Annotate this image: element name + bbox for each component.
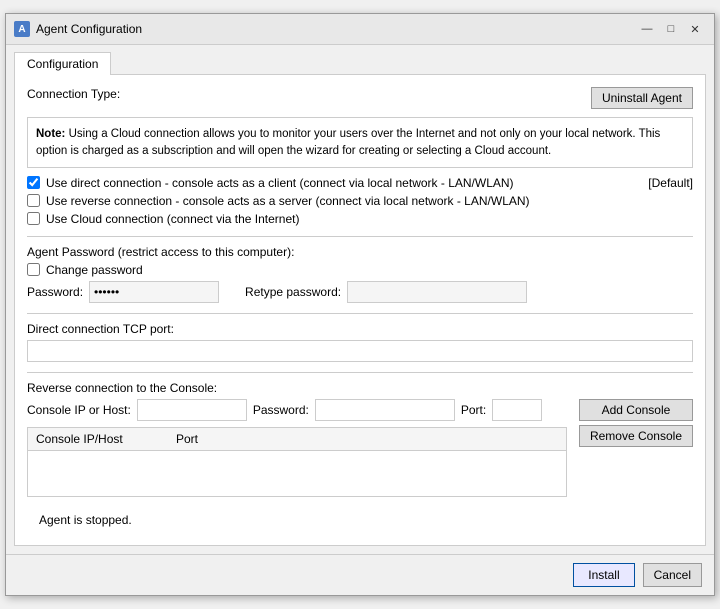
note-box: Note: Using a Cloud connection allows yo…	[27, 117, 693, 167]
connection-option-1-row: Use direct connection - console acts as …	[27, 176, 693, 190]
reverse-connection-label: Reverse connection to the Console:	[27, 381, 693, 395]
console-password-label: Password:	[253, 403, 309, 417]
connection-option-3-row: Use Cloud connection (connect via the In…	[27, 212, 693, 226]
note-title: Note:	[36, 128, 65, 140]
uninstall-agent-button[interactable]: Uninstall Agent	[591, 87, 693, 109]
status-bar: Agent is stopped.	[27, 507, 693, 533]
direct-connection-checkbox[interactable]	[27, 176, 40, 189]
app-icon: A	[14, 21, 30, 37]
direct-connection-label: Use direct connection - console acts as …	[46, 176, 514, 190]
footer-bar: Install Cancel	[6, 554, 714, 595]
reverse-fields-area: Console IP or Host: Password: Port: 444 …	[27, 399, 567, 497]
change-password-label: Change password	[46, 263, 143, 277]
title-bar-left: A Agent Configuration	[14, 21, 142, 37]
agent-password-section: Agent Password (restrict access to this …	[27, 236, 693, 303]
agent-password-label: Agent Password (restrict access to this …	[27, 245, 693, 259]
console-port-input[interactable]: 444	[492, 399, 542, 421]
status-text: Agent is stopped.	[39, 513, 132, 527]
minimize-button[interactable]: —	[636, 20, 658, 38]
tcp-port-label: Direct connection TCP port:	[27, 322, 693, 336]
table-col-ip: Console IP/Host	[32, 430, 172, 448]
reverse-console-buttons: Add Console Remove Console	[579, 399, 693, 447]
tcp-port-section: Direct connection TCP port: 4495	[27, 313, 693, 362]
tcp-port-input[interactable]: 4495	[27, 340, 693, 362]
main-window: A Agent Configuration — □ ✕ Configuratio…	[5, 13, 715, 595]
title-bar: A Agent Configuration — □ ✕	[6, 14, 714, 45]
connection-type-header-row: Connection Type: Uninstall Agent	[27, 87, 693, 109]
change-password-row: Change password	[27, 263, 693, 277]
install-button[interactable]: Install	[573, 563, 634, 587]
title-controls: — □ ✕	[636, 20, 706, 38]
close-button[interactable]: ✕	[684, 20, 706, 38]
cloud-connection-label: Use Cloud connection (connect via the In…	[46, 212, 299, 226]
add-console-button[interactable]: Add Console	[579, 399, 693, 421]
retype-password-input[interactable]	[347, 281, 527, 303]
console-ip-label: Console IP or Host:	[27, 403, 131, 417]
console-ip-row: Console IP or Host: Password: Port: 444	[27, 399, 567, 421]
content-area: Connection Type: Uninstall Agent Note: U…	[14, 74, 706, 545]
remove-console-button[interactable]: Remove Console	[579, 425, 693, 447]
connection-type-label: Connection Type:	[27, 87, 120, 101]
tab-bar: Configuration	[6, 45, 714, 74]
connection-option-2-row: Use reverse connection - console acts as…	[27, 194, 693, 208]
reverse-connection-input-row: Console IP or Host: Password: Port: 444 …	[27, 399, 693, 497]
console-table-header: Console IP/Host Port	[28, 428, 566, 451]
reverse-connection-checkbox[interactable]	[27, 194, 40, 207]
console-table: Console IP/Host Port	[27, 427, 567, 497]
password-row: Password: Retype password:	[27, 281, 693, 303]
console-table-body	[28, 451, 566, 501]
reverse-connection-label: Use reverse connection - console acts as…	[46, 194, 530, 208]
default-badge: [Default]	[648, 176, 693, 190]
maximize-button[interactable]: □	[660, 20, 682, 38]
change-password-checkbox[interactable]	[27, 263, 40, 276]
retype-password-label: Retype password:	[245, 285, 341, 299]
reverse-connection-section: Reverse connection to the Console: Conso…	[27, 372, 693, 497]
console-password-input[interactable]	[315, 399, 455, 421]
console-ip-input[interactable]	[137, 399, 247, 421]
table-col-port: Port	[172, 430, 202, 448]
note-text: Using a Cloud connection allows you to m…	[36, 128, 660, 156]
password-field-label: Password:	[27, 285, 83, 299]
cancel-button[interactable]: Cancel	[643, 563, 702, 587]
password-input[interactable]	[89, 281, 219, 303]
window-title: Agent Configuration	[36, 22, 142, 36]
console-port-label: Port:	[461, 403, 486, 417]
tab-configuration[interactable]: Configuration	[14, 52, 111, 75]
cloud-connection-checkbox[interactable]	[27, 212, 40, 225]
